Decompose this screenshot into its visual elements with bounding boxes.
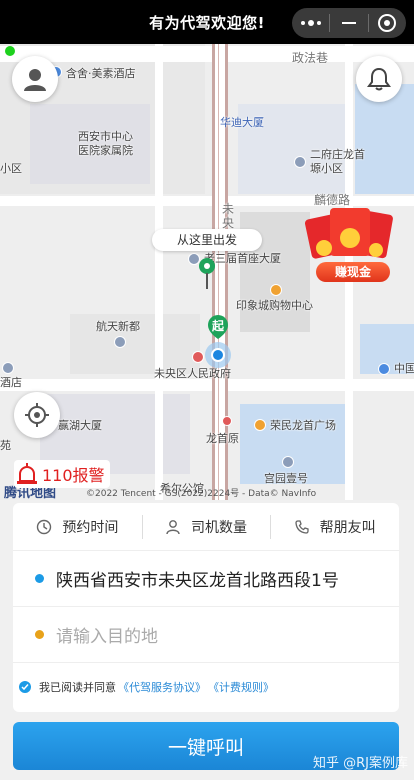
mini-program-capsule (292, 8, 406, 38)
option-label: 司机数量 (191, 519, 247, 536)
minus-icon[interactable] (330, 8, 367, 38)
map-label: 赢湖大厦 (58, 419, 102, 432)
map-label: 医院家属院 (78, 144, 133, 157)
agreement-row: 我已阅读并同意 《代驾服务协议》 《计费规则》 (13, 663, 399, 711)
earn-cash-promo[interactable]: 赚现金 (304, 204, 396, 284)
pickup-pin-icon (199, 258, 215, 289)
map-view[interactable]: 含舍·美素酒店 政法巷 华迪大厦 西安市中心 医院家属院 小区 二府庄龙首 塬小… (0, 44, 414, 500)
destination-dot-icon (35, 630, 44, 639)
map-label: 政法巷 (292, 51, 329, 65)
order-options: 预约时间 司机数量 帮朋友叫 (13, 503, 399, 551)
emergency-110-button[interactable]: 110报警 (14, 460, 110, 488)
map-label: 西安市中心 (78, 130, 133, 143)
target-circle-icon[interactable] (369, 8, 406, 38)
earn-cash-button[interactable]: 赚现金 (316, 262, 390, 282)
bell-icon (367, 67, 391, 91)
siren-icon (17, 463, 37, 484)
red-envelope-icon (304, 208, 393, 259)
map-label: 塬小区 (310, 162, 343, 175)
user-profile-button[interactable] (12, 56, 58, 102)
map-label: 中国 (394, 362, 414, 375)
status-dot (5, 46, 15, 56)
agreement-checkbox[interactable] (19, 681, 31, 693)
option-label: 帮朋友叫 (319, 519, 376, 536)
start-marker: 起 (201, 315, 235, 369)
check-icon (21, 684, 29, 691)
map-copyright: ©2022 Tencent - GS(2022)2224号 - Data© Na… (86, 489, 317, 499)
nav-bar: 有为代驾欢迎您! (0, 0, 414, 44)
map-label: 二府庄龙首 (310, 148, 365, 161)
phone-icon (295, 519, 309, 534)
crosshair-icon (25, 403, 49, 427)
more-dots-icon[interactable] (292, 8, 329, 38)
map-label: 含舍·美素酒店 (66, 67, 136, 80)
service-agreement-link[interactable]: 《代驾服务协议》 (118, 679, 206, 695)
emergency-label: 110报警 (42, 466, 105, 485)
pickup-address-row[interactable]: 陕西省西安市未央区龙首北路西段1号 (13, 551, 399, 607)
destination-input[interactable]: 请输入目的地 (56, 622, 158, 647)
watermark: 知乎 @RJ案例库 (313, 756, 408, 771)
order-panel: 预约时间 司机数量 帮朋友叫 陕西省西安市未央区龙首北路西段1号 请输入目的地 … (13, 503, 399, 712)
app-page: 有为代驾欢迎您! 含舍·美素酒店 政法巷 华迪大厦 西安市中心 医院家属院 小区… (0, 0, 414, 780)
map-label: 航天新都 (96, 320, 140, 333)
map-label: 印象城购物中心 (236, 299, 313, 312)
map-label: 酒店 (0, 376, 22, 389)
map-label: 小区 (0, 162, 22, 175)
pickup-address: 陕西省西安市未央区龙首北路西段1号 (56, 571, 339, 591)
map-label: 苑 (0, 439, 11, 452)
locate-button[interactable] (14, 392, 60, 438)
destination-input-row[interactable]: 请输入目的地 (13, 607, 399, 663)
map-label: 未央 (222, 202, 235, 230)
driver-count-option[interactable]: 司机数量 (141, 503, 271, 550)
start-marker-label: 起 (211, 319, 224, 333)
option-label: 预约时间 (62, 519, 119, 536)
notification-button[interactable] (356, 56, 402, 102)
map-label: 华迪大厦 (220, 116, 264, 129)
departure-tooltip: 从这里出发 (152, 229, 262, 251)
call-for-friend-option[interactable]: 帮朋友叫 (270, 503, 399, 550)
pricing-rules-link[interactable]: 《计费规则》 (208, 679, 274, 695)
pickup-dot-icon (35, 574, 44, 583)
agreement-text: 我已阅读并同意 (39, 681, 116, 694)
map-label: 荣民龙首广场 (270, 419, 336, 432)
schedule-time-option[interactable]: 预约时间 (13, 503, 142, 550)
clock-icon (37, 519, 52, 534)
person-icon (166, 519, 180, 534)
user-icon (24, 69, 46, 91)
map-label: 龙首原 (206, 432, 239, 445)
